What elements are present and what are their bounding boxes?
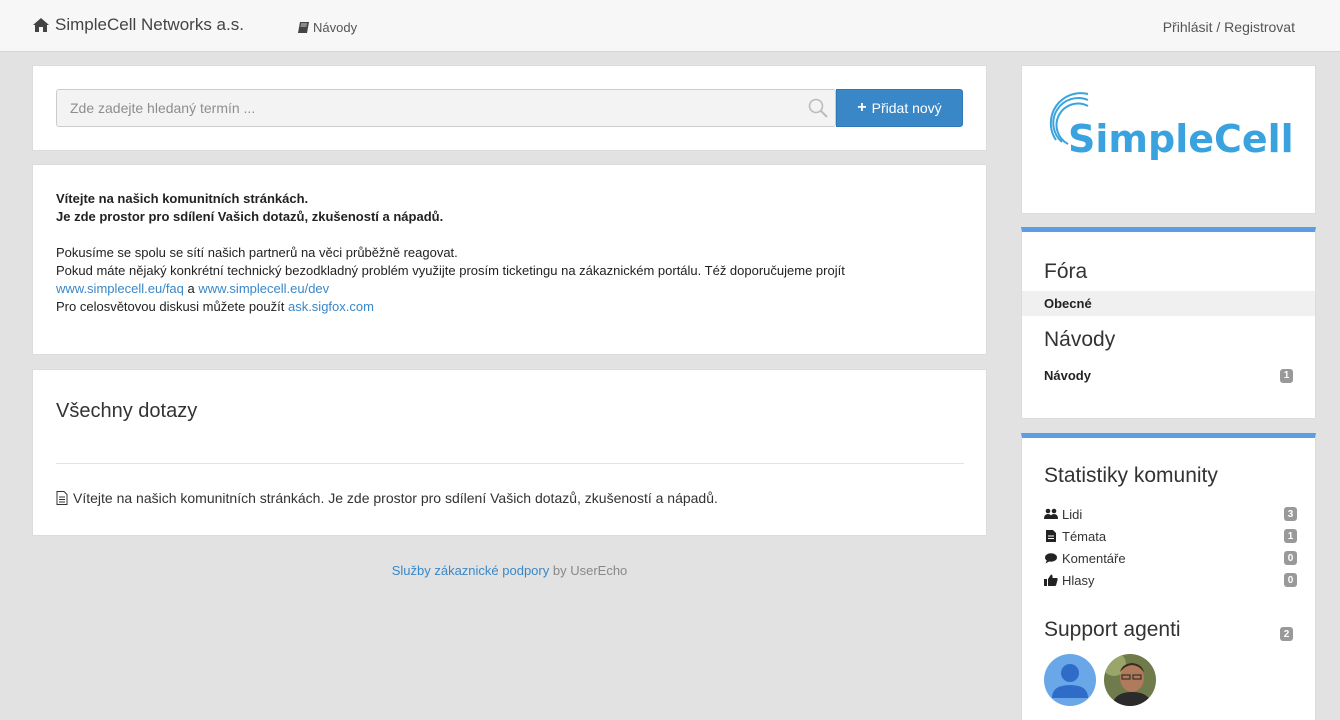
questions-panel: Všechny dotazy Vítejte na našich komunit… xyxy=(32,369,987,536)
welcome-panel: Vítejte na našich komunitních stránkách.… xyxy=(32,164,987,355)
support-services-link[interactable]: Služby zákaznické podpory xyxy=(392,563,550,578)
question-item-text: Vítejte na našich komunitních stránkách.… xyxy=(73,490,718,506)
stats-title: Statistiky komunity xyxy=(1044,464,1218,487)
stat-label: Hlasy xyxy=(1062,572,1095,588)
brand-link[interactable]: SimpleCell Networks a.s. xyxy=(33,15,244,35)
count-badge: 1 xyxy=(1284,529,1297,543)
login-register-link[interactable]: Přihlásit / Registrovat xyxy=(1163,19,1295,35)
add-new-button[interactable]: + Přidat nový xyxy=(836,89,963,127)
welcome-paragraph-3: Pro celosvětovou diskusi můžete použít a… xyxy=(56,298,963,316)
stat-row-people: Lidi 3 xyxy=(1044,503,1297,525)
add-new-label: Přidat nový xyxy=(871,100,942,116)
welcome-paragraph-2-text: Pokud máte nějaký konkrétní technický be… xyxy=(56,263,845,278)
agents-count-badge: 2 xyxy=(1280,627,1293,641)
thumbs-up-icon xyxy=(1044,574,1058,586)
agents-title: Support agenti xyxy=(1044,618,1181,641)
forum-item-guides-label: Návody xyxy=(1044,368,1091,383)
forum-item-general[interactable]: Obecné xyxy=(1022,291,1315,316)
simplecell-logo[interactable]: SimpleCell xyxy=(1042,88,1297,188)
book-icon xyxy=(298,22,309,33)
stat-label: Lidi xyxy=(1062,506,1083,522)
questions-title: Všechny dotazy xyxy=(56,400,198,422)
avatar[interactable] xyxy=(1104,654,1156,706)
count-badge: 3 xyxy=(1284,507,1297,521)
top-navbar: SimpleCell Networks a.s. Návody Přihlási… xyxy=(0,0,1340,52)
forum-item-guides[interactable]: Návody 1 xyxy=(1022,363,1315,388)
forums-panel: Fóra Obecné Návody Návody 1 xyxy=(1021,227,1316,419)
stat-row-votes: Hlasy 0 xyxy=(1044,569,1297,591)
count-badge: 0 xyxy=(1284,551,1297,565)
welcome-heading-1: Vítejte na našich komunitních stránkách. xyxy=(56,191,309,206)
question-item[interactable]: Vítejte na našich komunitních stránkách.… xyxy=(56,490,718,506)
welcome-paragraph-2: Pokud máte nějaký konkrétní technický be… xyxy=(56,262,963,298)
agent-photo xyxy=(1104,654,1156,706)
count-badge: 0 xyxy=(1284,573,1297,587)
guides-title: Návody xyxy=(1044,328,1116,351)
stat-label: Komentáře xyxy=(1062,550,1126,566)
brand-name: SimpleCell Networks a.s. xyxy=(55,15,244,34)
count-badge: 1 xyxy=(1280,368,1293,383)
logo-panel: SimpleCell xyxy=(1021,65,1316,214)
search-icon[interactable] xyxy=(808,98,828,118)
stat-row-topics: Témata 1 xyxy=(1044,525,1297,547)
avatar[interactable] xyxy=(1044,654,1096,706)
file-icon xyxy=(1046,530,1056,542)
faq-link[interactable]: www.simplecell.eu/faq xyxy=(56,281,184,296)
logo-text: SimpleCell xyxy=(1068,117,1294,161)
home-icon xyxy=(33,18,49,32)
nav-guides-label: Návody xyxy=(313,20,358,35)
users-icon xyxy=(1044,508,1058,519)
footer-suffix: by UserEcho xyxy=(552,563,628,578)
search-panel: + Přidat nový xyxy=(32,65,987,151)
comments-icon xyxy=(1045,553,1057,564)
user-silhouette-icon xyxy=(1052,664,1088,698)
forums-title: Fóra xyxy=(1044,260,1088,283)
dev-link[interactable]: www.simplecell.eu/dev xyxy=(198,281,329,296)
stats-panel: Statistiky komunity Lidi 3 Témata 1 Kome… xyxy=(1021,433,1316,720)
sigfox-link[interactable]: ask.sigfox.com xyxy=(288,299,374,314)
nav-guides-link[interactable]: Návody xyxy=(298,20,357,35)
document-icon xyxy=(56,491,68,505)
and-text: a xyxy=(187,281,195,296)
welcome-paragraph-3-text: Pro celosvětovou diskusi můžete použít xyxy=(56,299,285,314)
welcome-heading-2: Je zde prostor pro sdílení Vašich dotazů… xyxy=(56,209,444,224)
footer: Služby zákaznické podpory by UserEcho xyxy=(32,563,987,578)
plus-icon: + xyxy=(857,99,867,116)
welcome-paragraph-1: Pokusíme se spolu se sítí našich partner… xyxy=(56,245,458,260)
divider xyxy=(56,463,964,464)
stat-row-comments: Komentáře 0 xyxy=(1044,547,1297,569)
search-input[interactable] xyxy=(56,89,836,127)
stat-label: Témata xyxy=(1062,528,1107,544)
